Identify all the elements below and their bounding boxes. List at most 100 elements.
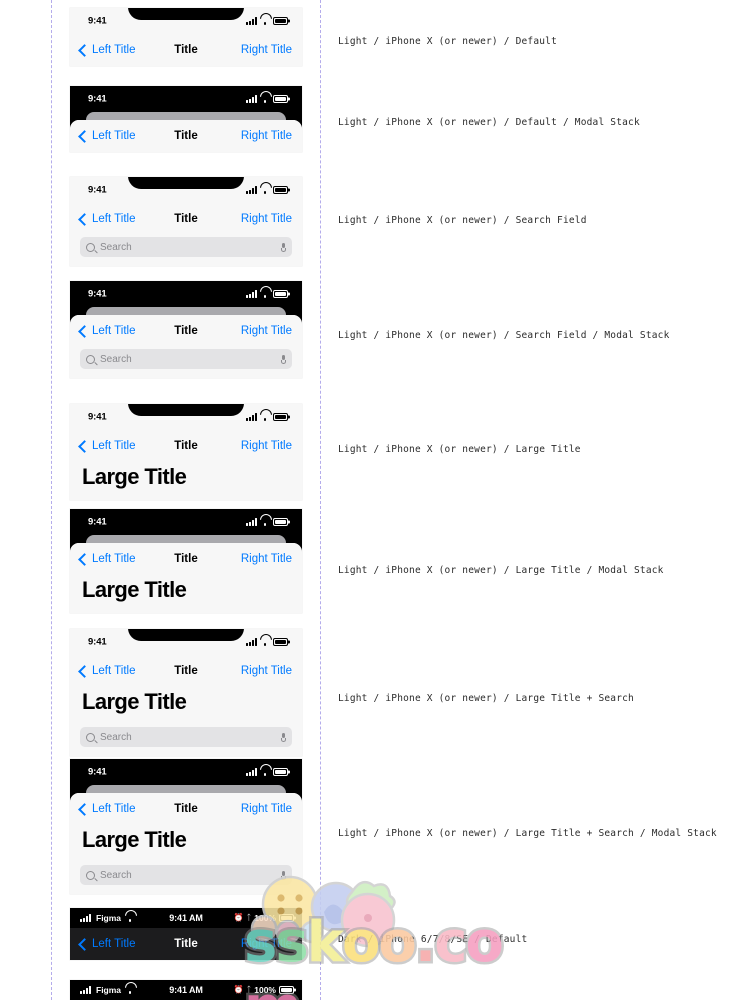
status-bar-left: Figma	[80, 985, 135, 995]
status-time: 9:41	[88, 288, 107, 300]
battery-icon	[273, 413, 288, 421]
search-icon	[86, 732, 95, 742]
search-field-container: Search	[70, 725, 302, 756]
microphone-icon[interactable]	[281, 354, 286, 364]
status-time: 9:41	[88, 15, 107, 27]
back-button[interactable]: Left Title	[78, 552, 135, 566]
right-action-button[interactable]: Right Title	[241, 938, 292, 950]
annotation-light-large-title-modal: Light / iPhone X (or newer) / Large Titl…	[338, 565, 664, 576]
microphone-icon[interactable]	[281, 870, 286, 880]
status-bar-right: ⏰ ᛏ 100%	[233, 985, 294, 995]
microphone-icon[interactable]	[281, 732, 286, 742]
back-button[interactable]: Left Title	[78, 324, 136, 338]
back-button-label: Left Title	[92, 665, 136, 677]
watermark-letter: k	[304, 908, 346, 978]
modal-stack: Left Title Title Right Title Large Title	[70, 535, 302, 613]
device-notch	[128, 177, 244, 189]
modal-stack: Left Title Title Right Title Large Title…	[70, 785, 302, 894]
status-bar: 9:41	[70, 509, 302, 535]
search-field-container: Search	[70, 863, 302, 894]
nav-title: Title	[174, 553, 198, 565]
bluetooth-icon: ᛏ	[246, 985, 252, 994]
right-action-button[interactable]: Right Title	[241, 213, 292, 225]
back-button[interactable]: Left Title	[78, 937, 135, 951]
modal-card-front: Left Title Title Right Title	[70, 120, 302, 152]
device-frame: 9:41 Left Title Title Right Title	[70, 8, 302, 66]
cellular-signal-icon	[246, 17, 257, 25]
back-button[interactable]: Left Title	[78, 212, 135, 226]
chevron-left-icon	[78, 439, 91, 453]
status-bar: 9:41	[70, 86, 302, 112]
right-action-button[interactable]: Right Title	[241, 665, 292, 677]
search-field-container: Search	[70, 235, 302, 266]
specimen-light-large-title: 9:41 Left Title Title Right Title Large …	[70, 404, 302, 507]
back-button-label: Left Title	[92, 803, 136, 815]
back-button[interactable]: Left Title	[78, 664, 136, 678]
card-spacer	[70, 894, 302, 901]
search-icon	[86, 354, 95, 364]
specimen-light-default-modal: 9:41 Left Title Title Right Title	[70, 86, 302, 159]
battery-icon	[273, 186, 288, 194]
device-frame: 9:41 Left Title Title Right Title Large …	[70, 629, 302, 756]
search-input[interactable]: Search	[80, 727, 292, 747]
search-input[interactable]: Search	[80, 865, 292, 885]
cellular-signal-icon	[246, 768, 257, 776]
wifi-icon	[260, 638, 270, 646]
specimen-light-large-title-modal: 9:41 Left Title Title Right Title Large …	[70, 509, 302, 620]
wifi-icon	[125, 914, 135, 922]
cellular-signal-icon	[246, 95, 257, 103]
search-input[interactable]: Search	[80, 237, 292, 257]
status-bar-right: ⏰ ᛏ 100%	[233, 913, 294, 923]
back-button[interactable]: Left Title	[78, 802, 136, 816]
navigation-bar: Left Title Title Right Title	[70, 430, 302, 462]
navigation-bar: Left Title Title Right Title	[70, 793, 302, 825]
right-action-button[interactable]: Right Title	[241, 803, 292, 815]
device-frame: 9:41 Left Title Title Right Title Large …	[70, 404, 302, 500]
right-action-button[interactable]: Right Title	[241, 130, 292, 142]
chevron-left-icon	[78, 552, 91, 566]
back-button[interactable]: Left Title	[78, 439, 136, 453]
battery-percent-label: 100%	[254, 985, 276, 995]
navigation-bar: Left Title Title Right Title	[70, 655, 302, 687]
status-bar: 9:41	[70, 629, 302, 655]
large-title: Large Title	[70, 687, 302, 725]
back-button-label: Left Title	[92, 325, 136, 337]
right-action-button[interactable]: Right Title	[241, 325, 292, 337]
status-bar: 9:41	[70, 8, 302, 34]
battery-icon	[279, 986, 294, 994]
status-time: 9:41	[88, 766, 107, 778]
chevron-left-icon	[78, 212, 91, 226]
cellular-signal-icon	[80, 986, 91, 994]
specimen-light-search-modal: 9:41 Left Title Title Right Title Search	[70, 281, 302, 385]
specimen-light-large-title-search-modal: 9:41 Left Title Title Right Title Large …	[70, 759, 302, 901]
battery-icon	[279, 914, 294, 922]
wifi-icon	[260, 186, 270, 194]
nav-title: Title	[174, 325, 198, 337]
search-input[interactable]: Search	[80, 349, 292, 369]
status-time: 9:41	[88, 636, 107, 648]
right-action-button[interactable]: Right Title	[241, 553, 292, 565]
annotation-dark-default: Dark / iPhone 6/7/8/SE / Default	[338, 934, 528, 945]
back-button-label: Left Title	[92, 440, 136, 452]
right-action-button[interactable]: Right Title	[241, 440, 292, 452]
nav-title: Title	[174, 440, 198, 452]
right-action-button[interactable]: Right Title	[241, 44, 292, 56]
layout-guide-1	[51, 0, 52, 1000]
search-placeholder: Search	[100, 731, 132, 743]
battery-icon	[273, 17, 288, 25]
specimen-dark-default: Figma 9:41 AM ⏰ ᛏ 100% Left Title Title …	[70, 908, 302, 967]
microphone-icon[interactable]	[281, 242, 286, 252]
modal-card-front: Left Title Title Right Title Large Title	[70, 543, 302, 613]
device-notch	[128, 8, 244, 20]
back-button[interactable]: Left Title	[78, 43, 135, 57]
nav-title: Title	[174, 665, 198, 677]
alarm-icon: ⏰	[233, 913, 244, 922]
device-frame: Figma 9:41 AM ⏰ ᛏ 100% Left Title Title …	[70, 908, 302, 960]
layout-guide-2	[320, 0, 321, 1000]
chevron-left-icon	[78, 664, 91, 678]
card-spacer	[70, 66, 302, 73]
back-button[interactable]: Left Title	[78, 129, 135, 143]
search-placeholder: Search	[100, 241, 132, 253]
battery-icon	[273, 518, 288, 526]
status-indicators	[246, 95, 288, 103]
